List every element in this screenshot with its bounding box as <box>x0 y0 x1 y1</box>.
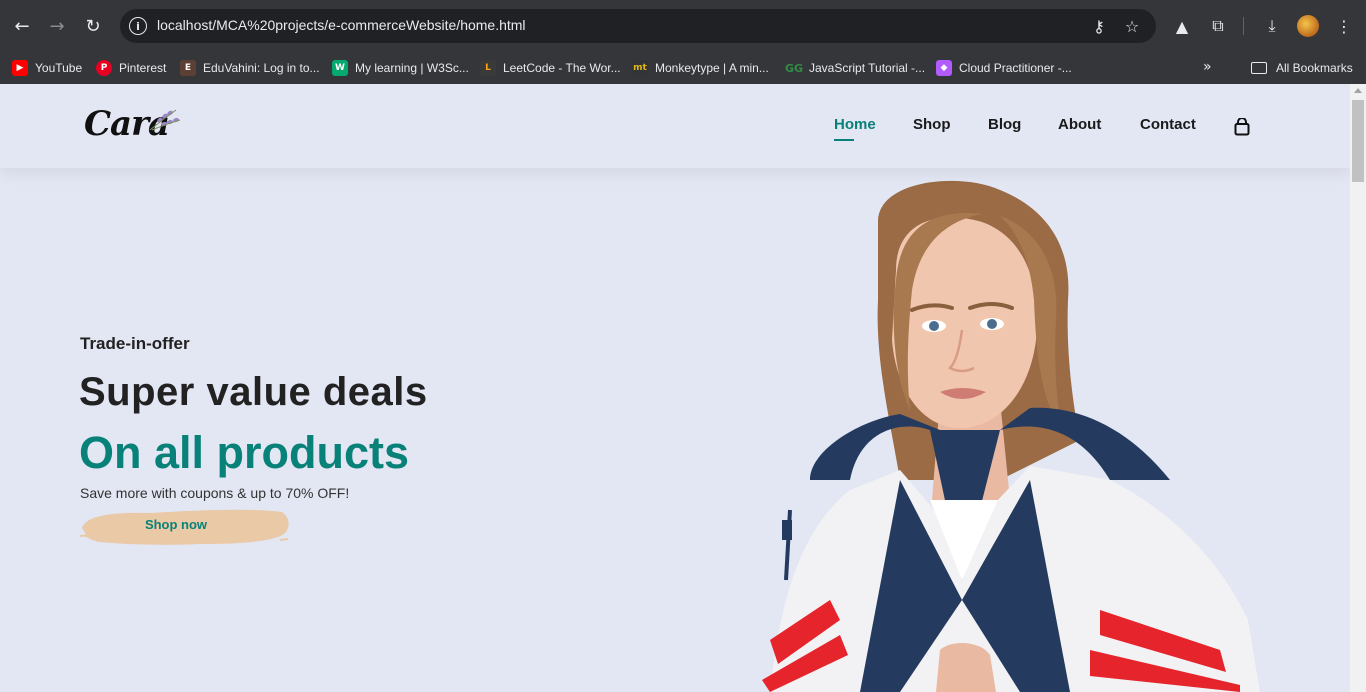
toolbar-divider <box>1243 17 1244 35</box>
password-key-icon[interactable]: ⚷ <box>1087 14 1111 38</box>
bookmark-eduvahini[interactable]: E EduVahini: Log in to... <box>180 52 320 84</box>
bookmark-label: YouTube <box>35 61 83 75</box>
leetcode-icon: L <box>480 60 496 76</box>
bookmarks-bar: ▶ YouTube P Pinterest E EduVahini: Log i… <box>0 52 1366 84</box>
hero-heading: Super value deals <box>79 370 428 414</box>
bookmark-label: Pinterest <box>119 61 167 75</box>
pinterest-icon: P <box>96 60 112 76</box>
reload-icon[interactable]: ↻ <box>80 13 106 39</box>
scroll-up-arrow-icon[interactable] <box>1354 88 1362 93</box>
all-bookmarks-label: All Bookmarks <box>1276 61 1353 75</box>
bookmark-label: Monkeytype | A min... <box>655 61 769 75</box>
chevron-double-right-icon[interactable]: » <box>1203 59 1212 75</box>
shop-now-button[interactable]: Shop now <box>80 504 292 548</box>
hero-highlight: On all products <box>79 427 410 478</box>
extension-mountain-icon[interactable]: ▲ <box>1169 13 1195 39</box>
nav-contact[interactable]: Contact <box>1140 116 1196 133</box>
nav-home[interactable]: Home <box>834 116 876 141</box>
bookmark-label: JavaScript Tutorial -... <box>809 61 926 75</box>
folder-icon <box>1251 62 1267 74</box>
browser-menu-icon[interactable]: ⋮ <box>1331 13 1357 39</box>
bookmark-w3schools[interactable]: W My learning | W3Sc... <box>332 52 469 84</box>
bookmark-monkeytype[interactable]: mt Monkeytype | A min... <box>632 52 769 84</box>
hero-eyebrow: Trade-in-offer <box>80 334 190 353</box>
address-bar-url[interactable]: localhost/MCA%20projects/e-commerceWebsi… <box>157 17 526 33</box>
hero-subtext: Save more with coupons & up to 70% OFF! <box>80 485 350 501</box>
all-bookmarks-button[interactable]: All Bookmarks <box>1251 52 1353 84</box>
bookmark-youtube[interactable]: ▶ YouTube <box>12 52 82 84</box>
profile-avatar[interactable] <box>1297 15 1319 37</box>
youtube-icon: ▶ <box>12 60 28 76</box>
bookmark-cloud-practitioner[interactable]: ◆ Cloud Practitioner -... <box>936 52 1072 84</box>
bookmark-label: Cloud Practitioner -... <box>959 61 1072 75</box>
forward-arrow-icon[interactable]: → <box>44 13 70 39</box>
site-header: Cara Home Shop Blog About Contact <box>0 84 1350 168</box>
w3schools-icon: W <box>332 60 348 76</box>
shopping-bag-icon[interactable] <box>1234 118 1250 136</box>
scrollbar-thumb[interactable] <box>1352 100 1364 182</box>
bookmark-label: My learning | W3Sc... <box>355 61 469 75</box>
monkeytype-icon: mt <box>632 60 648 76</box>
hero-model-image <box>762 180 1260 692</box>
bookmark-javascript-tutorial[interactable]: GG JavaScript Tutorial -... <box>784 52 926 84</box>
nav-shop[interactable]: Shop <box>913 116 951 133</box>
browser-toolbar: ← → ↻ i localhost/MCA%20projects/e-comme… <box>0 0 1366 52</box>
back-arrow-icon[interactable]: ← <box>9 13 35 39</box>
bookmark-leetcode[interactable]: L LeetCode - The Wor... <box>480 52 621 84</box>
lavender-sprig-icon <box>149 109 181 131</box>
nav-blog[interactable]: Blog <box>988 116 1021 133</box>
geeksforgeeks-icon: GG <box>784 61 804 75</box>
eduvahini-icon: E <box>180 60 196 76</box>
bookmark-label: LeetCode - The Wor... <box>503 61 621 75</box>
page-scrollbar[interactable] <box>1350 84 1366 692</box>
cube-icon: ◆ <box>936 60 952 76</box>
download-icon[interactable]: ⤓ <box>1259 13 1285 39</box>
site-info-icon[interactable]: i <box>129 17 147 35</box>
page-viewport: Cara Home Shop Blog About Contact Trade-… <box>0 84 1350 692</box>
bookmark-star-icon[interactable]: ☆ <box>1120 14 1144 38</box>
extensions-puzzle-icon[interactable]: ⧉ <box>1205 13 1231 39</box>
bookmark-pinterest[interactable]: P Pinterest <box>96 52 166 84</box>
bookmark-label: EduVahini: Log in to... <box>203 61 320 75</box>
site-logo[interactable]: Cara <box>80 98 184 154</box>
address-bar[interactable]: i localhost/MCA%20projects/e-commerceWeb… <box>120 9 1156 43</box>
nav-about[interactable]: About <box>1058 116 1101 133</box>
shop-now-label: Shop now <box>144 517 208 532</box>
